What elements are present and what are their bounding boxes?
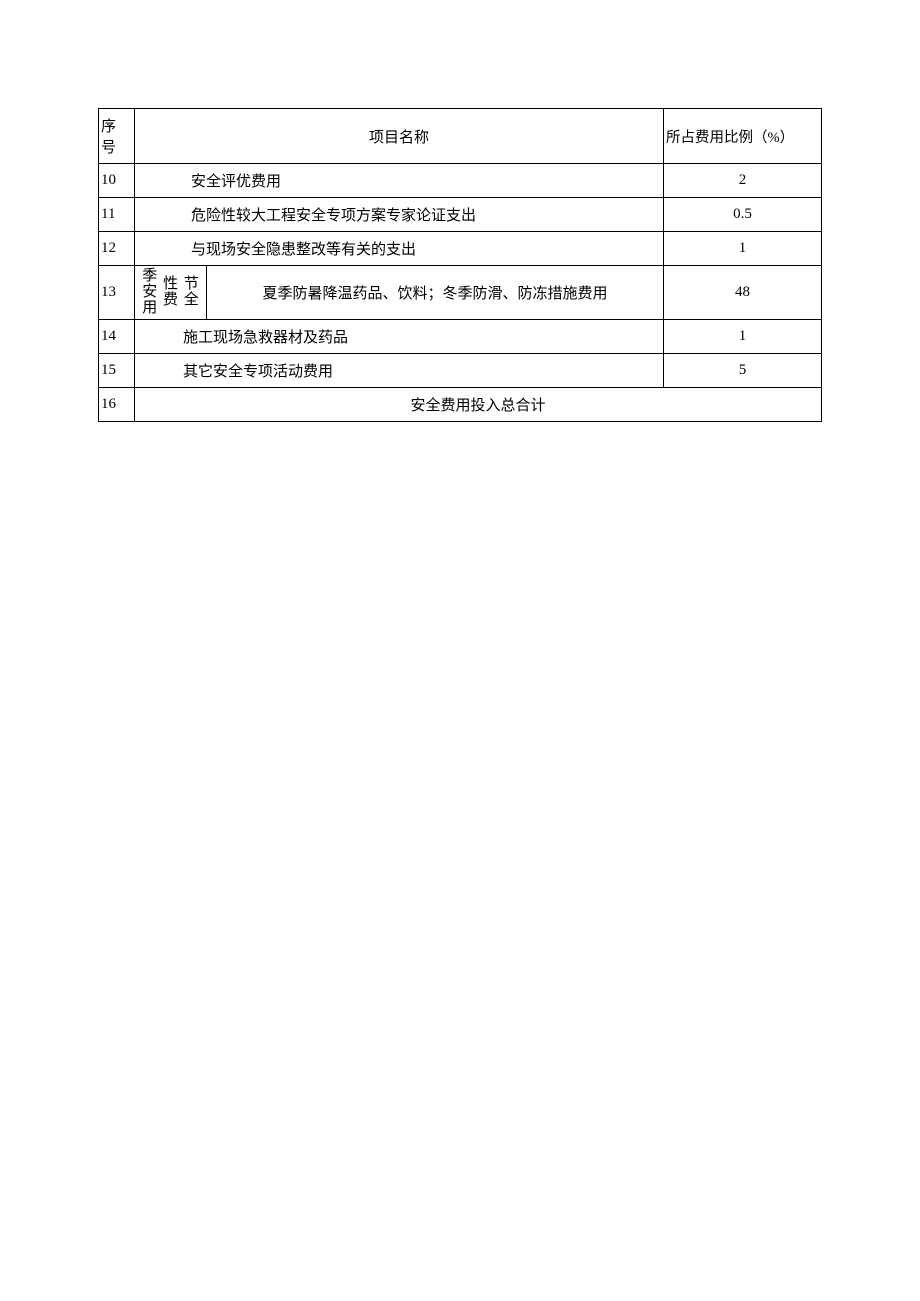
vert-col-1: 季 安 用	[142, 269, 157, 316]
cell-ratio: 48	[664, 266, 822, 320]
cell-ratio: 1	[664, 320, 822, 354]
cell-seq: 11	[99, 198, 135, 232]
cell-total-label: 安全费用投入总合计	[135, 388, 822, 422]
costs-table: 序号 项目名称 所占费用比例（%） 10 安全评优费用 2 11 危险性较大工程…	[98, 108, 822, 422]
header-ratio: 所占费用比例（%）	[664, 109, 822, 164]
cell-name: 与现场安全隐患整改等有关的支出	[135, 232, 664, 266]
table-row: 10 安全评优费用 2	[99, 164, 822, 198]
cell-seq: 15	[99, 354, 135, 388]
cell-ratio: 0.5	[664, 198, 822, 232]
cell-seq: 14	[99, 320, 135, 354]
table-row: 11 危险性较大工程安全专项方案专家论证支出 0.5	[99, 198, 822, 232]
header-seq: 序号	[99, 109, 135, 164]
table-row: 15 其它安全专项活动费用 5	[99, 354, 822, 388]
cell-seq: 13	[99, 266, 135, 320]
vert-col-3: 节 全	[184, 277, 199, 309]
cell-ratio: 1	[664, 232, 822, 266]
table-row: 14 施工现场急救器材及药品 1	[99, 320, 822, 354]
cell-ratio: 5	[664, 354, 822, 388]
table-header-row: 序号 项目名称 所占费用比例（%）	[99, 109, 822, 164]
vert-col-2: 性 费	[163, 277, 178, 309]
table-row-total: 16 安全费用投入总合计	[99, 388, 822, 422]
cell-name: 施工现场急救器材及药品	[135, 320, 664, 354]
cell-name: 其它安全专项活动费用	[135, 354, 664, 388]
cell-name: 危险性较大工程安全专项方案专家论证支出	[135, 198, 664, 232]
table-row-vertical: 13 季 安 用 性 费 节 全 夏季防暑降温药品、饮料；冬季防滑、防冻措施费用…	[99, 266, 822, 320]
header-name: 项目名称	[135, 109, 664, 164]
cell-seq: 10	[99, 164, 135, 198]
cell-name: 夏季防暑降温药品、饮料；冬季防滑、防冻措施费用	[207, 266, 664, 320]
table-row: 12 与现场安全隐患整改等有关的支出 1	[99, 232, 822, 266]
cell-vertical-label: 季 安 用 性 费 节 全	[135, 266, 207, 320]
cell-name: 安全评优费用	[135, 164, 664, 198]
cell-seq: 16	[99, 388, 135, 422]
cell-ratio: 2	[664, 164, 822, 198]
cell-seq: 12	[99, 232, 135, 266]
